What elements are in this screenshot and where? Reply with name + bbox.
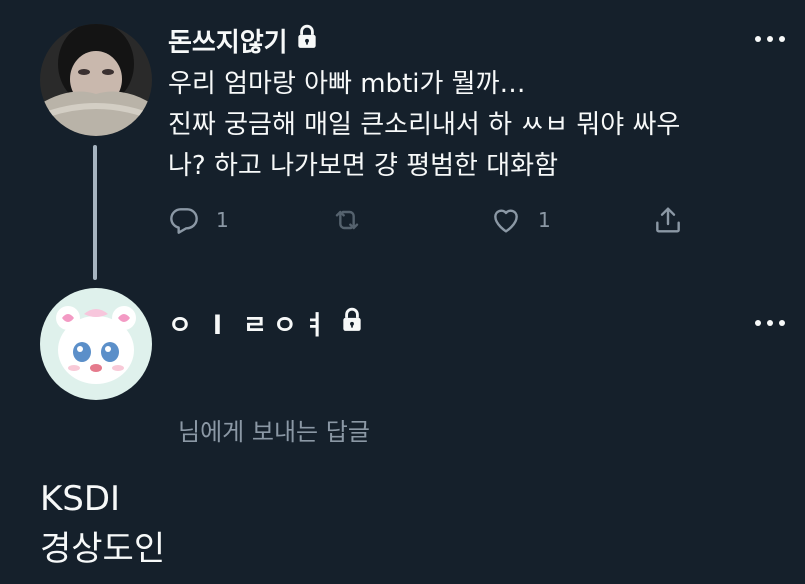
reply-icon [170,208,198,234]
thread-connector-line [93,145,97,280]
like-button[interactable]: 1 [490,204,551,236]
tweet-text-line: 나? 하고 나가보면 걍 평범한 대화함 [168,151,559,181]
more-options-icon[interactable] [755,318,785,328]
retweet-icon [335,210,359,230]
tweet-text-line: 진짜 궁금해 매일 큰소리내서 하 ㅆㅂ 뭐야 싸우 [168,110,681,140]
author-name[interactable]: 돈쓰지않기 [168,22,288,59]
reply-text-line: 경상도인 [40,529,166,569]
reply-to-label: 님에게 보내는 답글 [178,418,370,446]
reply-text-line: KSDI [40,479,121,519]
reply-author-name-row: ㅇ l ㄹㅇㅕ [168,305,365,342]
retweet-button[interactable] [330,204,380,236]
author-name-row: 돈쓰지않기 [168,22,320,59]
tweet-text: 우리 엄마랑 아빠 mbti가 뭘까… 진짜 궁금해 매일 큰소리내서 하 ㅆㅂ… [168,64,778,187]
share-button[interactable] [652,204,684,236]
lock-icon [294,24,320,57]
lock-icon [339,307,365,340]
author-avatar-image [40,24,152,136]
reply-author-name[interactable]: ㅇ l ㄹㅇㅕ [168,305,333,342]
share-icon [656,207,680,233]
reply-text: KSDI 경상도인 [40,474,165,574]
reply-button[interactable]: 1 [168,204,229,236]
tweet-text-line: 우리 엄마랑 아빠 mbti가 뭘까… [168,69,526,99]
more-options-icon[interactable] [755,34,785,44]
reply-author-avatar-image [40,288,152,400]
reply-count: 1 [216,208,229,232]
reply-author-avatar[interactable] [40,288,152,400]
heart-icon [494,209,518,233]
like-count: 1 [538,208,551,232]
author-avatar[interactable] [40,24,152,136]
